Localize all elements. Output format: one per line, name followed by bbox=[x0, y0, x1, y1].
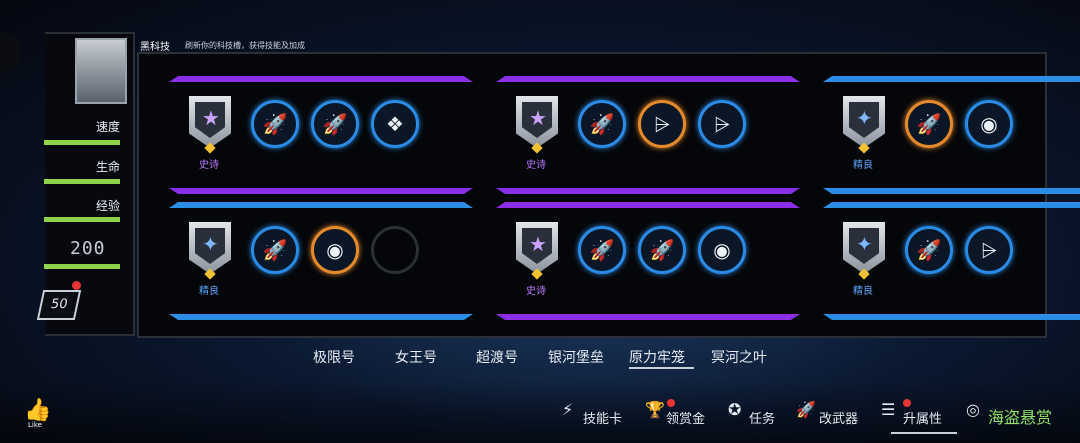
active-tab-underline bbox=[629, 367, 694, 369]
page-title: 黑科技 bbox=[140, 42, 170, 53]
rank-shield-icon: ★ bbox=[516, 222, 558, 274]
stat-label-health: 生命 bbox=[96, 160, 121, 174]
tab-ship[interactable]: 原力牢笼 bbox=[629, 347, 685, 367]
coil-icon[interactable]: ⩥ bbox=[698, 100, 746, 148]
trophy-icon: 🏆 bbox=[645, 400, 665, 419]
rarity-label: 精良 bbox=[853, 160, 873, 171]
tech-slot-card[interactable]: ✦ 精良 🚀 ⩥ bbox=[823, 202, 1080, 320]
card-frame-top bbox=[496, 76, 800, 82]
card-frame-bottom bbox=[169, 188, 473, 194]
cluster-missile-icon[interactable]: ❖ bbox=[371, 100, 419, 148]
rank-shield-icon: ✦ bbox=[843, 222, 885, 274]
stat-value: 200 bbox=[70, 238, 106, 259]
tab-ship[interactable]: 极限号 bbox=[313, 347, 355, 367]
sparkle-icon: ✦ bbox=[202, 232, 219, 256]
empty-slot-icon[interactable] bbox=[371, 226, 419, 274]
rank-shield-icon: ✦ bbox=[843, 96, 885, 148]
tech-slot-card[interactable]: ✦ 精良 🚀 ◉ bbox=[823, 76, 1080, 194]
rocket-icon[interactable]: 🚀 bbox=[905, 226, 953, 274]
rocket-icon[interactable]: 🚀 bbox=[638, 226, 686, 274]
stat-bar-value bbox=[44, 264, 120, 269]
sparkle-icon: ✦ bbox=[856, 232, 873, 256]
shield-gear-icon[interactable]: ◉ bbox=[965, 100, 1013, 148]
star-icon: ★ bbox=[529, 106, 547, 130]
star-icon: ★ bbox=[202, 106, 220, 130]
layers-icon: ☰ bbox=[881, 400, 896, 419]
tech-slot-card[interactable]: ✦ 精良 🚀 ◉ bbox=[169, 202, 485, 320]
rarity-label: 精良 bbox=[199, 286, 219, 297]
rarity-label: 史诗 bbox=[526, 160, 546, 171]
medal-icon: ✪ bbox=[728, 400, 742, 419]
card-frame-top bbox=[823, 202, 1080, 208]
rocket-icon[interactable]: 🚀 bbox=[578, 226, 626, 274]
rocket-icon[interactable]: 🚀 bbox=[905, 100, 953, 148]
card-frame-top bbox=[823, 76, 1080, 82]
side-handle[interactable] bbox=[0, 32, 22, 72]
active-nav-underline bbox=[891, 432, 957, 434]
tab-ship[interactable]: 超渡号 bbox=[476, 347, 518, 367]
rocket-icon[interactable]: 🚀 bbox=[251, 100, 299, 148]
crosshair-icon: ◎ bbox=[966, 400, 980, 419]
nav-pirate-bounty-button[interactable]: 海盗悬赏 bbox=[988, 404, 1052, 428]
stat-bar-speed bbox=[44, 140, 120, 145]
notification-dot bbox=[903, 399, 911, 407]
rocket-icon[interactable]: 🚀 bbox=[311, 100, 359, 148]
nav-bounty-button[interactable]: 领赏金 bbox=[666, 408, 705, 427]
notification-dot bbox=[667, 399, 675, 407]
rocket-icon[interactable]: 🚀 bbox=[251, 226, 299, 274]
rank-shield-icon: ✦ bbox=[189, 222, 231, 274]
avatar[interactable] bbox=[75, 38, 127, 104]
stat-bar-exp bbox=[44, 217, 120, 222]
card-frame-top bbox=[169, 202, 473, 208]
card-frame-bottom bbox=[823, 314, 1080, 320]
tech-slot-card[interactable]: ★ 史诗 🚀 ⩥ ⩥ bbox=[496, 76, 812, 194]
shield-gear-icon[interactable]: ◉ bbox=[698, 226, 746, 274]
tech-slot-card[interactable]: ★ 史诗 🚀 🚀 ◉ bbox=[496, 202, 812, 320]
card-frame-bottom bbox=[496, 314, 800, 320]
tab-ship[interactable]: 冥河之叶 bbox=[711, 347, 767, 367]
rank-shield-icon: ★ bbox=[516, 96, 558, 148]
notification-dot bbox=[72, 281, 81, 290]
tech-slot-card[interactable]: ★ 史诗 🚀 🚀 ❖ bbox=[169, 76, 485, 194]
nav-mission-button[interactable]: 任务 bbox=[749, 408, 775, 427]
nav-weapon-button[interactable]: 改武器 bbox=[819, 408, 858, 427]
card-frame-bottom bbox=[496, 188, 800, 194]
like-label: Like bbox=[28, 421, 42, 429]
tab-ship[interactable]: 女王号 bbox=[395, 347, 437, 367]
stat-label-exp: 经验 bbox=[96, 199, 121, 213]
like-icon[interactable]: 👍 bbox=[24, 398, 51, 423]
level-badge[interactable]: 50 bbox=[36, 290, 82, 320]
shield-gear-icon[interactable]: ◉ bbox=[311, 226, 359, 274]
rarity-label: 史诗 bbox=[526, 286, 546, 297]
page-description: 刷新你的科技槽，获得技能及加成 bbox=[185, 41, 305, 50]
card-frame-bottom bbox=[823, 188, 1080, 194]
nav-upgrade-button[interactable]: 升属性 bbox=[903, 408, 942, 427]
rocket-icon[interactable]: 🚀 bbox=[578, 100, 626, 148]
rocket-icon: 🚀 bbox=[796, 400, 816, 419]
rarity-label: 精良 bbox=[853, 286, 873, 297]
card-frame-top bbox=[496, 202, 800, 208]
card-frame-top bbox=[169, 76, 473, 82]
stat-label-speed: 速度 bbox=[96, 120, 121, 134]
coil-icon[interactable]: ⩥ bbox=[638, 100, 686, 148]
lightning-icon: ⚡ bbox=[562, 400, 574, 419]
tab-ship[interactable]: 银河堡垒 bbox=[548, 347, 604, 367]
tech-slot-panel: ★ 史诗 🚀 🚀 ❖ ★ 史诗 🚀 ⩥ ⩥ ✦ 精良 🚀 ◉ ✦ 精良 🚀 ◉ ★ 史诗 🚀… bbox=[137, 52, 1080, 338]
stat-bar-health bbox=[44, 179, 120, 184]
card-frame-bottom bbox=[169, 314, 473, 320]
sparkle-icon: ✦ bbox=[856, 106, 873, 130]
rarity-label: 史诗 bbox=[199, 160, 219, 171]
nav-skill-card-button[interactable]: 技能卡 bbox=[583, 408, 622, 427]
coil-icon[interactable]: ⩥ bbox=[965, 226, 1013, 274]
rank-shield-icon: ★ bbox=[189, 96, 231, 148]
star-icon: ★ bbox=[529, 232, 547, 256]
